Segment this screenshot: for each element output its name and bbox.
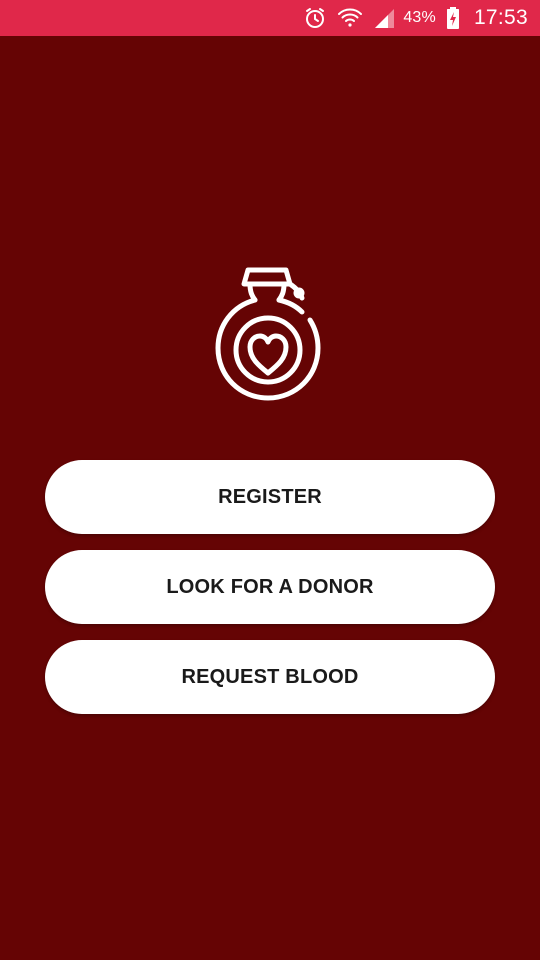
signal-icon [373,7,395,29]
wifi-icon [337,6,363,30]
request-blood-button[interactable]: REQUEST BLOOD [45,640,495,714]
look-for-donor-button[interactable]: LOOK FOR A DONOR [45,550,495,624]
clock: 17:53 [473,6,528,29]
battery-percent: 43% [403,9,436,26]
alarm-icon [303,6,327,30]
status-bar: 43% 17:53 [0,0,540,36]
battery-charging-icon [446,6,460,30]
register-button[interactable]: REGISTER [45,460,495,534]
blood-bag-heart-icon [210,262,330,402]
